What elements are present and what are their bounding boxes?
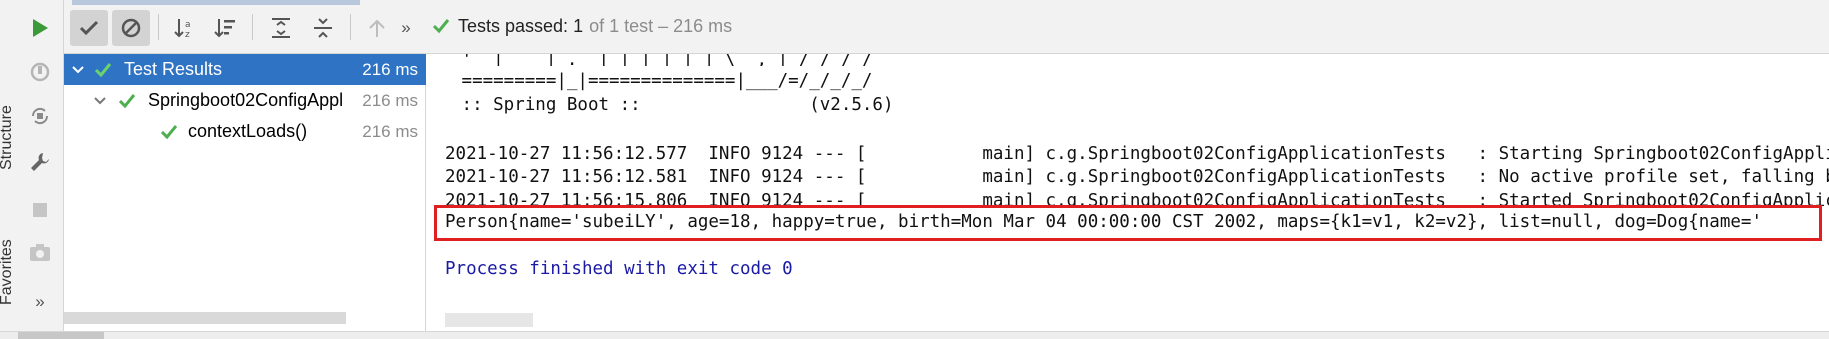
toolbar-separator [252,14,253,40]
sort-duration-icon [214,19,235,38]
sort-alpha-icon: az [174,19,191,40]
tree-row-time: 216 ms [362,90,418,110]
toolbar-separator [158,14,159,40]
banner-line: ' |____| .__|_| |_|_| |_\__, | / / / / [451,54,873,66]
previous-failed-button[interactable] [358,10,396,46]
svg-text:z: z [185,30,190,40]
pass-check-icon [432,19,450,34]
favorites-tab-label: Favorites [0,239,14,305]
svg-text:a: a [185,20,191,30]
run-button[interactable] [24,12,56,44]
left-tool-strip: » Structure Favorites [0,0,64,339]
status-detail: of 1 test – 216 ms [589,15,733,36]
checkmark-icon [79,20,99,36]
more-tools-button[interactable]: » [24,286,56,318]
favorites-tab[interactable]: Favorites [0,205,14,305]
tree-row-test-class[interactable]: Springboot02ConfigAppl 216 ms [64,85,426,116]
collapse-all-button[interactable] [304,10,342,46]
arrow-up-icon [369,19,385,37]
console-output: ' |____| .__|_| |_|_| |_\__, | / / / / =… [427,54,1829,331]
expand-all-button[interactable] [262,10,300,46]
show-ignored-button[interactable] [112,10,150,46]
structure-tab-label: Structure [0,105,14,170]
pass-check-icon [118,85,136,116]
toggle-auto-test-button[interactable] [24,100,56,132]
exit-code-line: Process finished with exit code 0 [445,259,793,279]
console-horizontal-scrollbar[interactable] [445,313,533,327]
pass-check-icon [94,54,112,85]
toolbar-more-label: » [401,18,411,37]
tree-row-test-method[interactable]: contextLoads() 216 ms [64,116,426,147]
auto-test-icon [31,107,49,125]
camera-icon [30,244,50,261]
toolbar-more-button[interactable]: » [392,10,420,46]
tree-row-time: 216 ms [362,59,418,79]
screenshot-button[interactable] [24,236,56,268]
highlight-annotation-box [434,205,1822,241]
bottom-bar [0,331,1829,339]
collapse-all-icon [314,18,332,38]
structure-tab[interactable]: Structure [0,70,14,170]
pass-check-icon [160,116,178,147]
tree-row-test-results[interactable]: Test Results 216 ms [64,54,426,85]
tree-row-label: Springboot02ConfigAppl [148,90,344,110]
toolbar-separator [350,14,351,40]
sort-by-duration-button[interactable] [206,10,244,46]
stop-button[interactable] [24,194,56,226]
sort-alphabetically-button[interactable]: az [166,10,204,46]
banner-line: =========|_|==============|___/=/_/_/_/ [451,71,873,91]
show-passed-button[interactable] [70,10,108,46]
tree-horizontal-scrollbar[interactable] [64,312,346,324]
status-label: Tests passed: [458,15,569,36]
more-tools-label: » [35,292,45,311]
active-tab-indicator [72,0,360,5]
banner-line: :: Spring Boot :: (v2.5.6) [451,95,894,115]
rerun-failed-button[interactable] [24,56,56,88]
tree-row-label: contextLoads() [188,121,308,141]
log-line: 2021-10-27 11:56:12.581 INFO 9124 --- [ … [445,167,1829,187]
test-tree: Test Results 216 ms Springboot02ConfigAp… [64,54,426,331]
chevron-down-icon[interactable] [70,54,86,85]
expand-all-icon [272,18,290,38]
chevron-down-icon[interactable] [92,85,108,116]
tree-row-time: 216 ms [362,121,418,141]
settings-button[interactable] [24,146,56,178]
status-count: 1 [573,15,584,36]
log-line: 2021-10-27 11:56:15.806 INFO 9124 --- [ … [445,191,1829,206]
tree-row-label: Test Results [124,59,223,79]
stop-icon [33,203,47,217]
bottom-tab-indicator [18,332,104,339]
rerun-failed-icon [30,62,50,82]
log-line: 2021-10-27 11:56:12.577 INFO 9124 --- [ … [445,144,1829,164]
test-status: Tests passed: 1 of 1 test – 216 ms [432,14,732,38]
wrench-icon [31,153,49,171]
play-icon [33,19,48,37]
ignored-icon [121,18,141,38]
